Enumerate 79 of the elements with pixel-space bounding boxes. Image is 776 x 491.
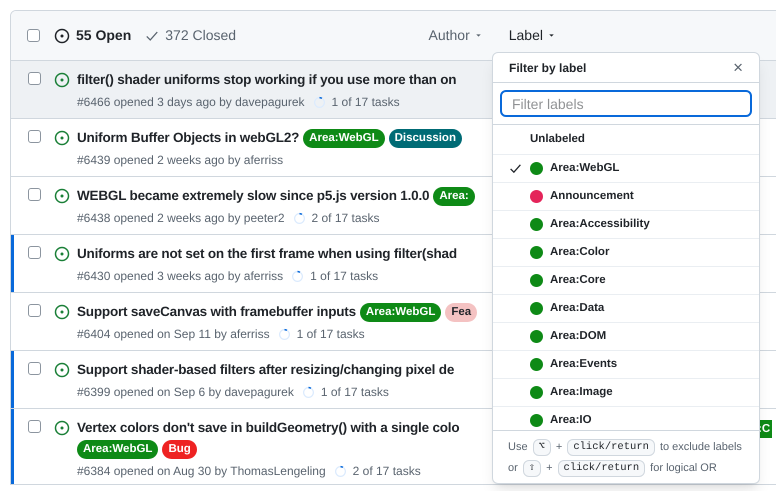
key-hint: ⇧	[522, 460, 542, 477]
issue-meta: #6438 opened 2 weeks ago by peeter2	[77, 210, 284, 227]
issue-label[interactable]: Area:WebGL	[360, 302, 442, 322]
label-option[interactable]: Area:Events	[493, 351, 759, 379]
hint-text: +	[556, 440, 562, 456]
issue-label[interactable]: Area:	[433, 186, 475, 206]
label-option[interactable]: Area:Data	[493, 295, 759, 323]
closed-count-tab[interactable]: 372 Closed	[165, 25, 236, 46]
issue-meta: #6439 opened 2 weeks ago by aferriss	[77, 152, 284, 169]
issue-title-link[interactable]: Uniforms are not set on the first frame when using filter(shad	[77, 244, 457, 264]
label-option[interactable]: Announcement	[493, 183, 759, 211]
issue-title-link[interactable]: Vertex colors don't save in buildGeometry() with a single colo	[77, 418, 460, 438]
task-progress-icon	[334, 464, 347, 478]
task-count: 1 of 17 tasks	[320, 384, 389, 401]
issue-label[interactable]: Fea	[445, 302, 478, 322]
issue-meta: #6384 opened on Aug 30 by ThomasLengeling	[77, 463, 326, 480]
issue-meta: #6399 opened on Sep 6 by davepagurek	[77, 384, 294, 401]
label-option[interactable]: Area:WebGL	[493, 155, 759, 183]
label-option[interactable]: Area:Accessibility	[493, 211, 759, 239]
check-icon	[509, 162, 522, 175]
select-checkbox[interactable]	[28, 420, 41, 433]
task-count: 2 of 17 tasks	[352, 463, 421, 480]
issue-label[interactable]: Area:WebGL	[303, 128, 385, 148]
check-icon	[145, 28, 160, 42]
issue-meta: #6430 opened 3 weeks ago by aferriss	[77, 268, 284, 285]
select-checkbox[interactable]	[28, 72, 41, 85]
filter-dropdown[interactable]: Label	[508, 25, 556, 46]
open-issue-icon	[54, 304, 70, 320]
label-option[interactable]: Area:DOM	[493, 323, 759, 351]
hint-text: +	[546, 461, 553, 476]
label-option[interactable]: Area:Image	[493, 379, 759, 407]
open-count-tab[interactable]: 55 Open	[76, 25, 132, 46]
select-checkbox[interactable]	[27, 29, 40, 42]
hint-text: Use	[508, 440, 528, 456]
task-count: 1 of 17 tasks	[310, 268, 378, 285]
label-option[interactable]: Area:Core	[493, 267, 759, 295]
task-progress-icon	[292, 212, 306, 224]
menu-title: Filter by label	[509, 60, 586, 76]
issue-label[interactable]: Bug	[162, 440, 197, 459]
issue-label[interactable]: Discussion	[388, 128, 462, 148]
select-checkbox[interactable]	[28, 130, 41, 143]
issue-meta: #6404 opened on Sep 11 by aferriss	[77, 326, 270, 343]
key-hint: click/return	[558, 460, 646, 477]
key-hint: ⌥	[532, 439, 551, 456]
open-issue-icon	[54, 246, 70, 262]
select-checkbox[interactable]	[28, 188, 41, 201]
hint-text: or	[508, 461, 518, 476]
issue-title-link[interactable]: filter() shader uniforms stop working if you use more than on	[77, 70, 456, 90]
label-option[interactable]: Unlabeled	[493, 125, 759, 155]
select-checkbox[interactable]	[28, 304, 41, 317]
task-count: 1 of 17 tasks	[332, 94, 400, 111]
open-issue-icon	[54, 188, 70, 204]
task-count: 1 of 17 tasks	[296, 326, 365, 343]
issue-title-link[interactable]: WEBGL became extremely slow since p5.js version 1.0.0	[77, 186, 430, 206]
open-issue-icon	[54, 130, 70, 146]
filter-labels-field[interactable]: Filter labels	[500, 90, 752, 117]
issue-title-link[interactable]: Support saveCanvas with framebuffer inputs	[77, 302, 356, 322]
task-progress-icon	[302, 386, 315, 398]
close-button[interactable]: ×	[733, 59, 743, 76]
label-option[interactable]: Area:Color	[493, 239, 759, 267]
issue-label[interactable]: Area:WebGL	[77, 440, 158, 459]
task-progress-icon	[291, 270, 304, 282]
issue-title-link[interactable]: Support shader-based filters after resizing/changing pixel de	[77, 360, 454, 380]
open-issue-icon	[54, 72, 70, 88]
select-checkbox[interactable]	[28, 362, 41, 375]
open-issue-icon	[54, 420, 70, 436]
open-issue-icon	[54, 362, 70, 378]
issue-meta: #6466 opened 3 days ago by davepagurek	[77, 94, 305, 111]
task-progress-icon	[278, 328, 291, 340]
task-progress-icon	[312, 96, 326, 108]
task-count: 2 of 17 tasks	[312, 210, 380, 227]
hint-text: to exclude labels	[660, 440, 742, 456]
select-checkbox[interactable]	[28, 246, 41, 259]
hint-text: for logical OR	[650, 461, 717, 476]
label-option[interactable]: Area:IO	[493, 407, 759, 430]
filter-dropdown[interactable]: Author	[428, 25, 483, 46]
key-hint: click/return	[567, 439, 655, 456]
issue-title-link[interactable]: Uniform Buffer Objects in webGL2?	[77, 128, 300, 148]
open-issue-icon	[54, 28, 70, 44]
